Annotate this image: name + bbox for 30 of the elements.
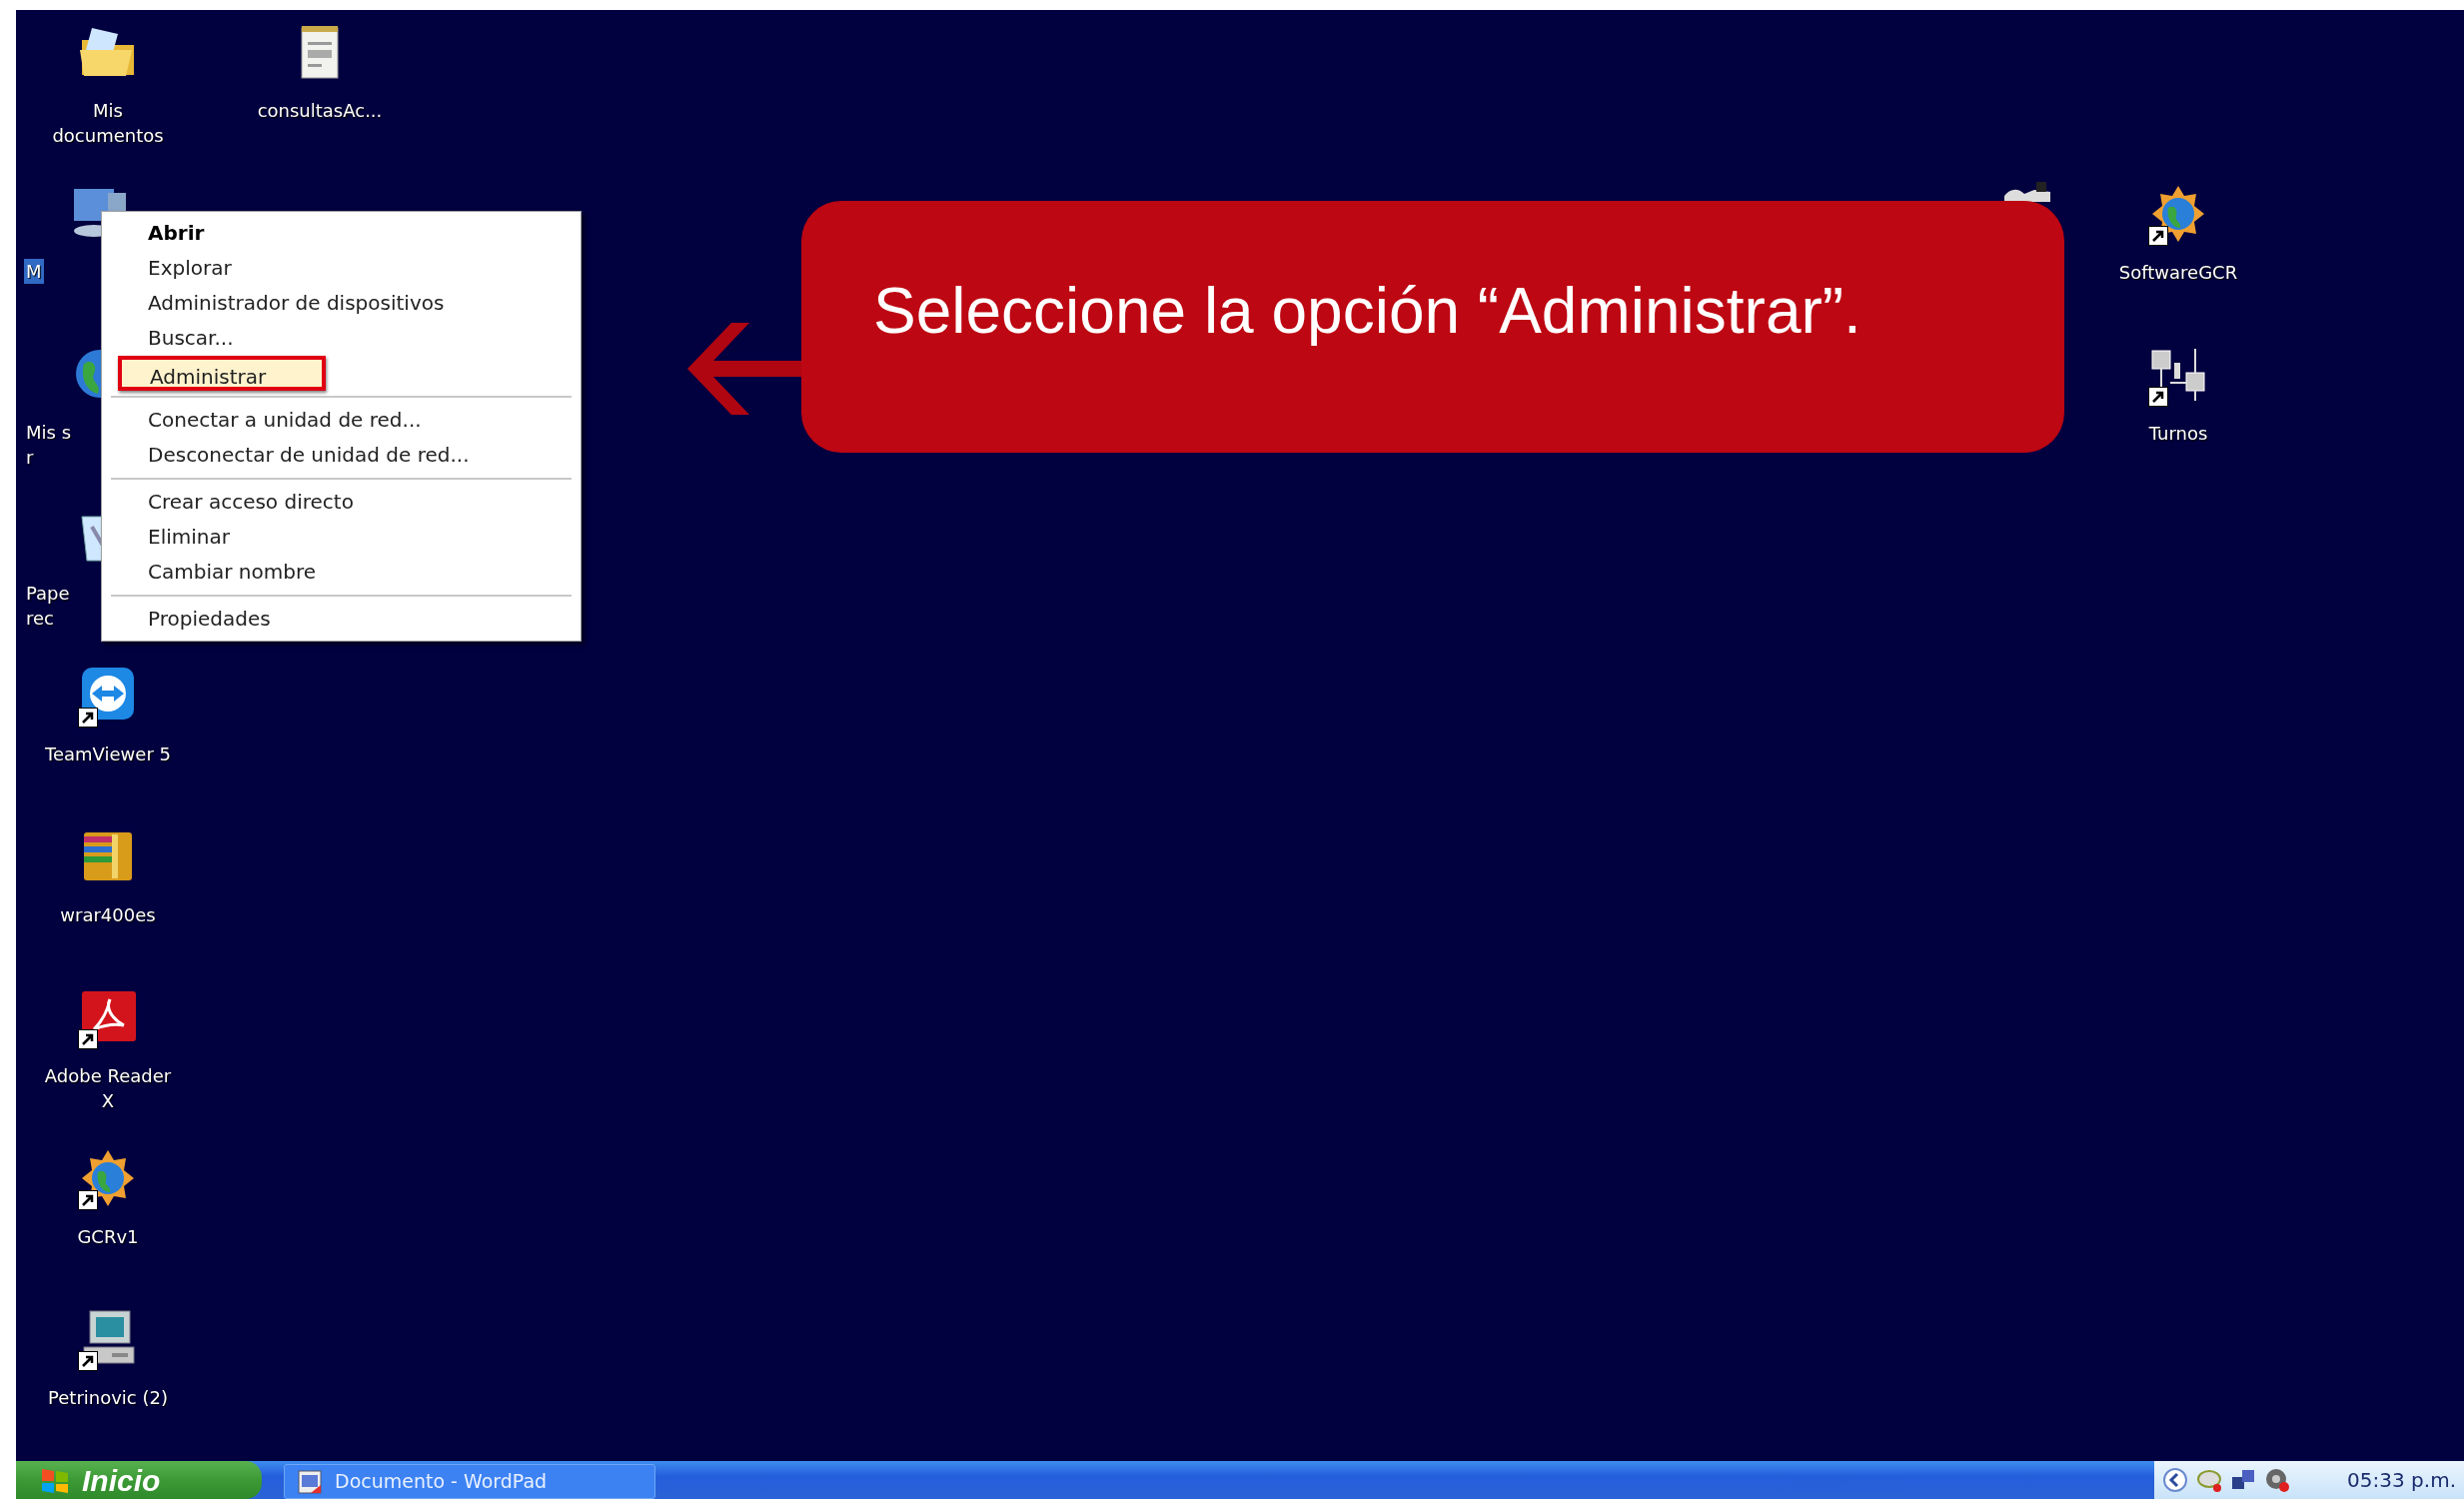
icon-label[interactable]: Adobe Reader X [42, 1063, 174, 1113]
icon-label[interactable]: M [24, 259, 44, 284]
menu-item[interactable]: Crear acceso directo [105, 485, 578, 520]
settings-icon[interactable] [2264, 1467, 2290, 1493]
menu-item[interactable]: Administrar [118, 356, 326, 391]
icon-label[interactable]: Petrinovic (2) [46, 1385, 170, 1410]
menu-item[interactable]: Buscar... [105, 321, 578, 356]
chat-icon[interactable] [2196, 1467, 2222, 1493]
menu-item[interactable]: Explorar [105, 251, 578, 286]
menu-item[interactable]: Eliminar [105, 520, 578, 555]
icon-label[interactable]: Mis documentos [50, 98, 166, 148]
menu-item[interactable]: Propiedades [105, 602, 578, 637]
menu-item[interactable]: Cambiar nombre [105, 555, 578, 590]
icon-label[interactable]: GCRv1 [75, 1224, 141, 1249]
menu-item[interactable]: Desconectar de unidad de red... [105, 438, 578, 473]
icon-label[interactable]: Turnos [2146, 421, 2210, 446]
document-icon [297, 1468, 323, 1495]
expand-icon[interactable] [2162, 1467, 2188, 1493]
clock: 05:33 p.m. [2347, 1467, 2456, 1494]
menu-item[interactable]: Conectar a unidad de red... [105, 403, 578, 438]
icon-label[interactable]: SoftwareGCR [2116, 260, 2240, 285]
icon-label[interactable]: wrar400es [58, 902, 158, 927]
callout-text: Seleccione la opción “Administrar”. [873, 275, 1861, 347]
icon-label[interactable]: Mis s r [24, 420, 73, 470]
start-button[interactable]: Inicio [16, 1461, 262, 1499]
icon-label[interactable]: TeamViewer 5 [43, 742, 173, 766]
menu-item[interactable]: Administrador de dispositivos [105, 286, 578, 321]
icon-label[interactable]: Pape rec [24, 581, 72, 631]
menu-item[interactable]: Abrir [105, 216, 578, 251]
icon-label[interactable]: consultasAc... [255, 98, 385, 123]
